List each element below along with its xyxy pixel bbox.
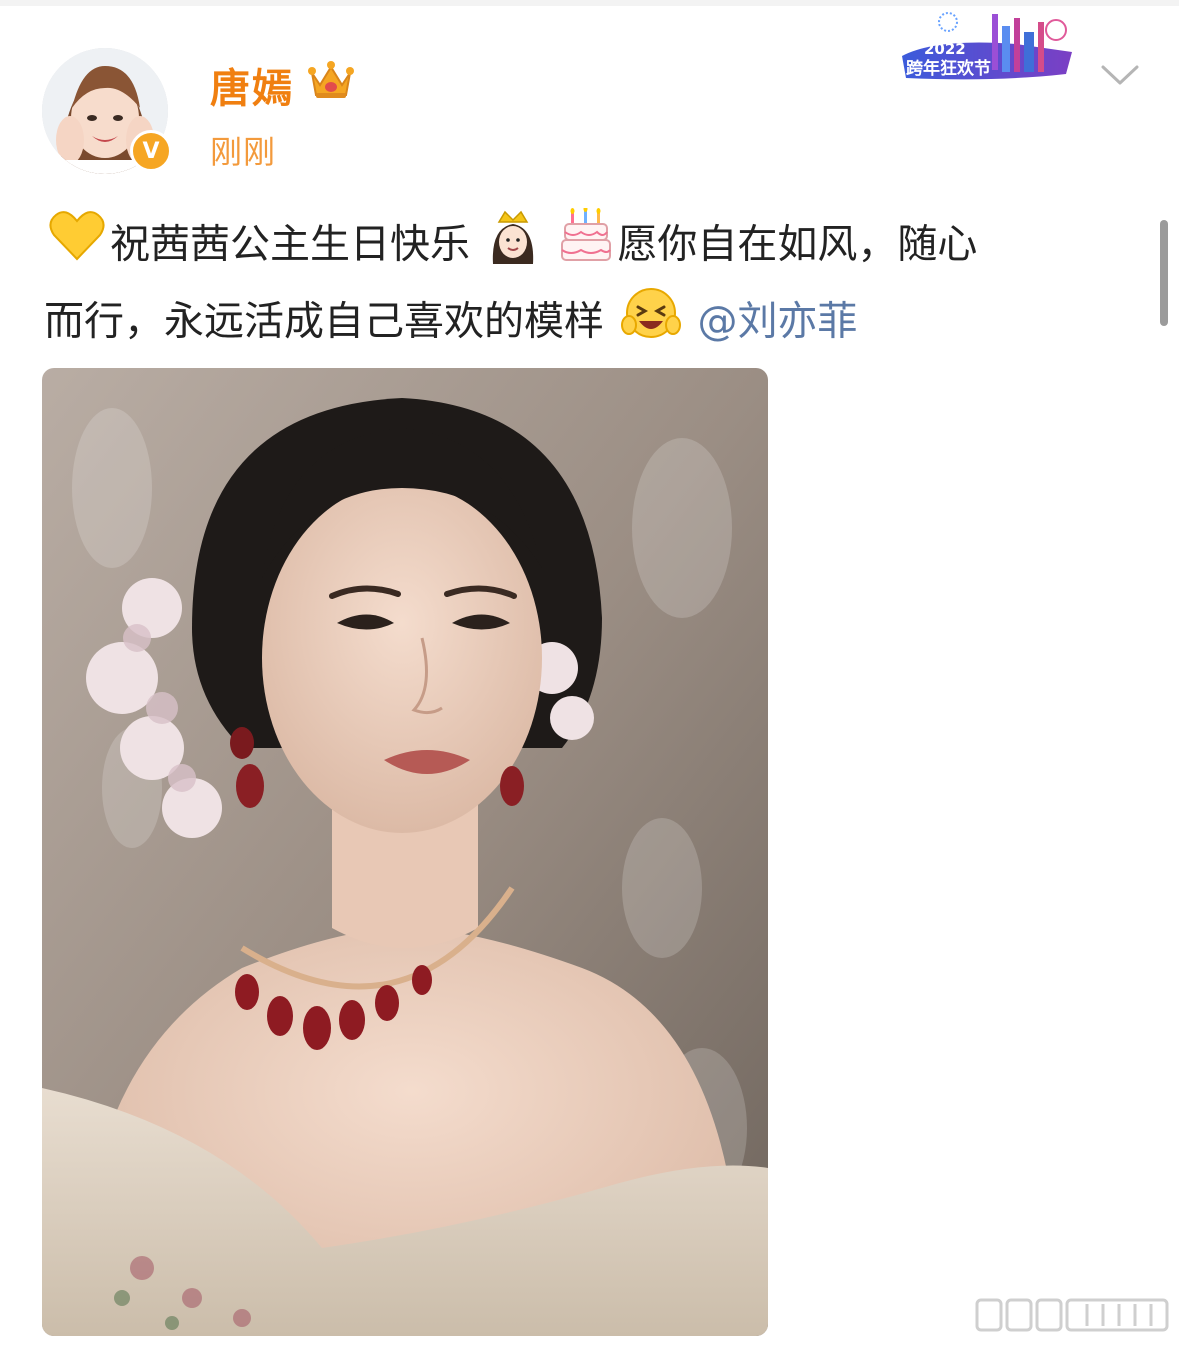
post-text-part2: 愿你自在如风，随心 bbox=[617, 221, 978, 268]
crown-icon bbox=[308, 59, 354, 105]
author-name[interactable]: 唐嫣 bbox=[210, 56, 294, 114]
mention-link[interactable]: @刘亦菲 bbox=[697, 299, 857, 345]
laughing-emoji-icon bbox=[620, 285, 681, 362]
watermark-bars bbox=[975, 1296, 1171, 1336]
post-timestamp: 刚刚 bbox=[210, 133, 277, 171]
author-avatar[interactable]: V bbox=[42, 48, 172, 174]
event-title: 跨年狂欢节 bbox=[906, 58, 991, 79]
post-body: 祝茜茜公主生日快乐 愿你自在如风，随心 而行，永远活成自己喜欢的模样 @刘亦菲 bbox=[44, 206, 1134, 362]
princess-emoji-icon bbox=[487, 208, 539, 285]
post-text-part3: 而行，永远活成自己喜欢的模样 bbox=[44, 298, 604, 345]
top-divider bbox=[0, 0, 1179, 6]
post-image[interactable] bbox=[42, 368, 768, 1336]
scrollbar[interactable] bbox=[1160, 220, 1168, 326]
event-badge[interactable]: 2022 跨年狂欢节 bbox=[896, 8, 1080, 86]
yellow-heart-icon bbox=[48, 209, 106, 284]
post-text-part1: 祝茜茜公主生日快乐 bbox=[110, 221, 470, 268]
chevron-down-icon[interactable] bbox=[1100, 62, 1140, 92]
event-year: 2022 bbox=[924, 40, 966, 58]
birthday-cake-icon bbox=[559, 206, 613, 285]
verified-badge: V bbox=[130, 130, 172, 172]
verified-badge-label: V bbox=[142, 138, 160, 164]
